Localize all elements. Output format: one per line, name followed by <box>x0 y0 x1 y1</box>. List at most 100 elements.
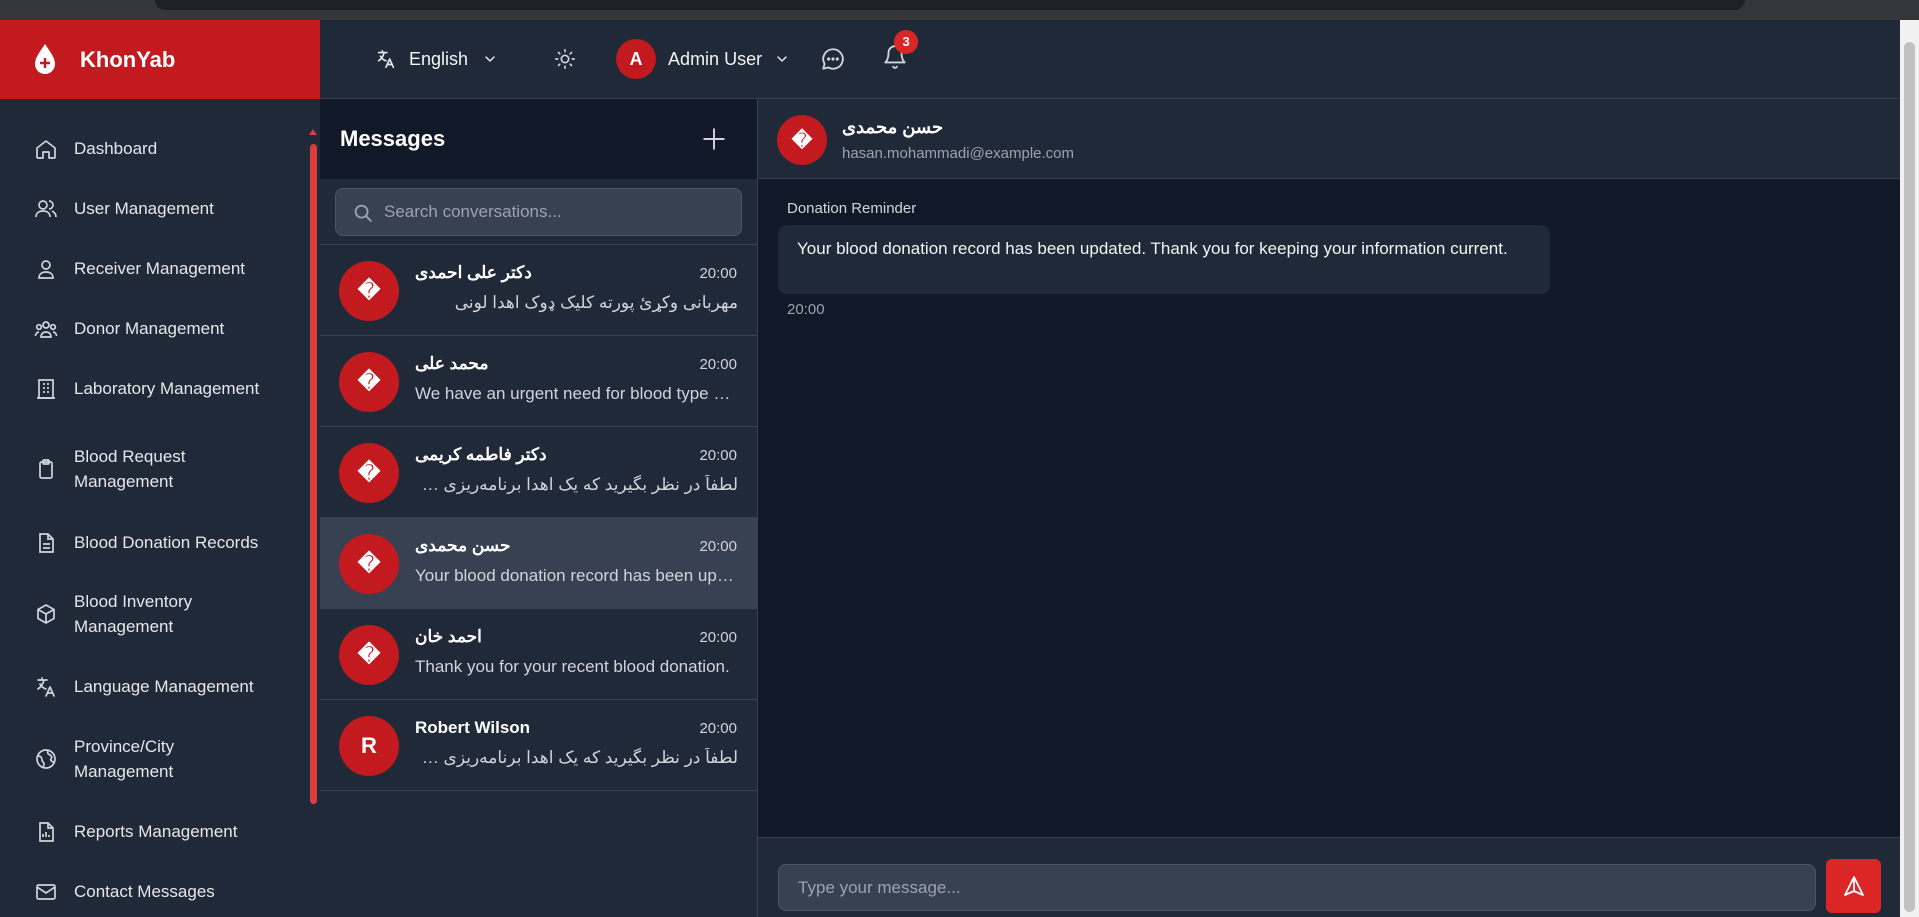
conversation-name: حسن محمدی <box>415 536 511 555</box>
conversation-name: دکتر علی احمدی <box>415 263 532 282</box>
chevron-down-icon <box>485 56 495 63</box>
sidebar-item-donor-management[interactable]: Donor Management <box>34 316 224 341</box>
conversation-item[interactable]: R Robert Wilson 20:00 لطفاً در نظر بگیری… <box>320 700 757 791</box>
sidebar-item-label: Blood Donation Records <box>74 533 259 552</box>
home-icon <box>36 139 56 159</box>
conversation-preview: We have an urgent need for blood type O-… <box>415 384 738 403</box>
browser-address-bar <box>155 0 1745 10</box>
conversation-item[interactable]: � دکتر علی احمدی 20:00 مهربانی وکړئ پورت… <box>320 245 757 336</box>
sidebar-item-blood-inventory-management[interactable]: Blood Inventory Management <box>34 589 264 639</box>
sidebar-item-reports-management[interactable]: Reports Management <box>34 819 237 844</box>
blood-drop-logo-icon <box>35 43 55 74</box>
conversation-avatar: � <box>339 534 399 594</box>
user-name: Admin User <box>668 48 763 69</box>
conversation-time: 20:00 <box>699 629 737 646</box>
conversation-name: محمد علی <box>415 354 489 373</box>
sidebar-item-label: Language Management <box>74 677 254 696</box>
chat-contact-avatar: � <box>777 115 827 165</box>
conversation-preview: لطفاً در نظر بگیرید که یک اهدا برنامه‌ری… <box>415 748 738 767</box>
sidebar-item-label: Reports Management <box>74 822 238 841</box>
sidebar-item-language-management[interactable]: Language Management <box>34 674 254 699</box>
conversation-time: 20:00 <box>699 538 737 555</box>
conversations-header: Messages <box>320 99 757 179</box>
sidebar-item-label: Laboratory Management <box>74 379 260 398</box>
browser-tab-strip <box>0 0 1919 20</box>
conversation-time: 20:00 <box>699 356 737 373</box>
page-scrollbar[interactable] <box>1900 20 1919 917</box>
conversation-avatar: � <box>339 352 399 412</box>
language-selector[interactable]: English <box>375 48 510 70</box>
chat-contact-name: حسن محمدی <box>842 117 944 137</box>
sidebar-scrollbar[interactable] <box>310 144 317 804</box>
user-icon <box>38 259 54 279</box>
message-subject: Donation Reminder <box>787 200 917 217</box>
sidebar-item-receiver-management[interactable]: Receiver Management <box>34 256 245 281</box>
sidebar-item-user-management[interactable]: User Management <box>34 196 214 221</box>
sidebar-item-label: Province/City Management <box>74 737 175 781</box>
conversation-name: دکتر فاطمه کریمی <box>415 445 547 464</box>
conversation-avatar: � <box>339 443 399 503</box>
report-icon <box>39 821 54 842</box>
top-bar: English A Admin User 3 <box>320 20 1900 99</box>
conversation-time: 20:00 <box>699 265 737 282</box>
conversations-title: Messages <box>340 126 446 151</box>
sidebar-item-label: Blood Request Management <box>74 447 186 491</box>
brand-header[interactable]: KhonYab <box>0 20 320 99</box>
message-bubble: Your blood donation record has been upda… <box>778 225 1550 294</box>
conversation-item[interactable]: � احمد خان 20:00 Thank you for your rece… <box>320 609 757 700</box>
translate-icon <box>377 49 395 69</box>
chat-header: � حسن محمدی hasan.mohammadi@example.com <box>758 99 1900 179</box>
globe-icon <box>36 749 56 769</box>
sidebar-item-label: Donor Management <box>74 319 225 338</box>
sidebar-item-blood-request-management[interactable]: Blood Request Management <box>34 444 264 494</box>
translate-icon <box>37 676 55 697</box>
conversation-avatar: � <box>339 261 399 321</box>
conversations-panel: Messages � دکتر علی احمدی 20:00 مهربانی … <box>320 99 758 917</box>
user-avatar: A <box>616 39 657 79</box>
conversation-preview: Your blood donation record has been upda… <box>415 566 738 585</box>
search-box <box>335 188 742 236</box>
conversation-item[interactable]: � محمد علی 20:00 We have an urgent need … <box>320 336 757 427</box>
sidebar-item-contact-messages[interactable]: Contact Messages <box>34 879 215 904</box>
new-conversation-plus-icon[interactable] <box>701 126 727 152</box>
clipboard-icon <box>39 459 53 479</box>
chevron-down-icon <box>777 56 787 63</box>
notifications-button[interactable]: 3 <box>882 29 919 75</box>
theme-toggle-sun-icon[interactable] <box>554 48 576 70</box>
conversation-avatar: R <box>339 716 399 776</box>
conversation-item-active[interactable]: � حسن محمدی 20:00 Your blood donation re… <box>320 518 757 609</box>
message-composer <box>758 837 1900 917</box>
app-root: KhonYab English A Admin User 3 Dashboard… <box>0 20 1919 917</box>
conversation-name: احمد خان <box>415 627 482 646</box>
conversation-preview: مهربانی وکړئ پورته کلیک ډوک اهدا لونی <box>454 293 738 312</box>
conversation-item[interactable]: � دکتر فاطمه کریمی 20:00 لطفاً در نظر بگ… <box>320 427 757 518</box>
group-icon <box>34 320 58 338</box>
send-button[interactable] <box>1826 859 1881 913</box>
sidebar-item-label: Dashboard <box>74 139 158 158</box>
search-input[interactable] <box>384 189 734 235</box>
chat-bubble-icon[interactable] <box>820 46 846 72</box>
building-icon <box>37 378 55 399</box>
sidebar-item-label: Receiver Management <box>74 259 246 278</box>
message-input[interactable] <box>778 864 1816 911</box>
message-time: 20:00 <box>787 301 825 318</box>
sidebar-scroll-up-arrow[interactable] <box>309 129 317 135</box>
cube-icon <box>37 604 55 624</box>
sidebar-item-blood-donation-records[interactable]: Blood Donation Records <box>34 530 258 555</box>
sidebar-item-laboratory-management[interactable]: Laboratory Management <box>34 376 259 401</box>
send-icon <box>1843 876 1864 896</box>
sidebar-item-dashboard[interactable]: Dashboard <box>34 136 157 161</box>
sidebar-item-label: Contact Messages <box>74 882 215 901</box>
sidebar-item-label: Blood Inventory Management <box>74 592 193 636</box>
chat-panel: � حسن محمدی hasan.mohammadi@example.com … <box>758 99 1900 917</box>
user-menu[interactable]: A Admin User <box>616 39 790 79</box>
sidebar-item-province-city-management[interactable]: Province/City Management <box>34 734 264 784</box>
page-scrollbar-thumb[interactable] <box>1904 42 1915 912</box>
chat-contact-email: hasan.mohammadi@example.com <box>842 145 1074 162</box>
conversation-time: 20:00 <box>699 447 737 464</box>
search-container <box>320 179 757 245</box>
search-icon <box>354 204 372 222</box>
brand-name: KhonYab <box>80 46 176 72</box>
notification-badge: 3 <box>894 29 919 54</box>
sidebar: Dashboard User Management Receiver Manag… <box>0 99 320 917</box>
